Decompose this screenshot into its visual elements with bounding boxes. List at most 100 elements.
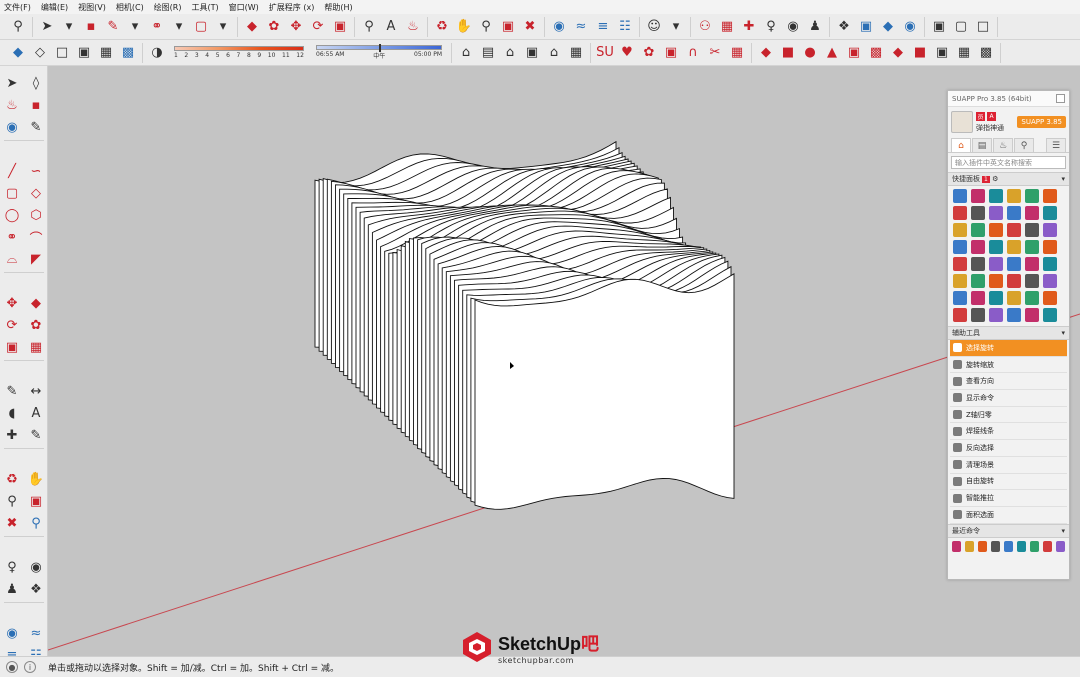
component-icon[interactable]: ▣ xyxy=(856,17,876,37)
plugin-f-icon[interactable]: ▩ xyxy=(866,43,886,63)
plugin-k-icon[interactable]: ▩ xyxy=(976,43,996,63)
circle-icon[interactable]: ◯ xyxy=(2,205,22,225)
pan-icon[interactable]: ✋ xyxy=(454,17,474,37)
follow-me-icon[interactable]: ✿ xyxy=(26,315,46,335)
back-edges-icon[interactable]: ◇ xyxy=(30,43,50,63)
menu-item[interactable]: 视图(V) xyxy=(78,2,106,13)
tape-measure-icon[interactable]: ✎ xyxy=(2,381,22,401)
geo-location-icon[interactable]: ● xyxy=(6,661,18,673)
scale-icon[interactable]: ▣ xyxy=(2,337,22,357)
recent-command-icon[interactable] xyxy=(1030,540,1039,552)
magnet-icon[interactable]: ∩ xyxy=(683,43,703,63)
smoove-icon[interactable]: ≈ xyxy=(571,17,591,37)
plugin-icon[interactable] xyxy=(989,291,1003,305)
pan-icon[interactable]: ✋ xyxy=(26,469,46,489)
push-pull-icon[interactable]: ◆ xyxy=(26,293,46,313)
section-plane-icon[interactable]: ❖ xyxy=(26,579,46,599)
hidden-line-icon[interactable]: ▣ xyxy=(74,43,94,63)
version-button[interactable]: SUAPP 3.85 xyxy=(1017,116,1066,128)
plugin-icon[interactable] xyxy=(953,223,967,237)
menu-item[interactable]: 窗口(W) xyxy=(229,2,259,13)
plugin-a-icon[interactable]: ◆ xyxy=(756,43,776,63)
building-icon[interactable]: ▣ xyxy=(522,43,542,63)
protractor-icon[interactable]: ◖ xyxy=(2,403,22,423)
plugin-c-icon[interactable]: ● xyxy=(800,43,820,63)
chevron-down-icon[interactable]: ▾ xyxy=(213,17,233,37)
plugin-icon[interactable] xyxy=(953,257,967,271)
book-icon[interactable]: ▤ xyxy=(972,138,992,152)
three-point-arc-icon[interactable]: ⌓ xyxy=(2,249,22,269)
recent-command-icon[interactable] xyxy=(1056,540,1065,552)
arc-icon[interactable]: ⚭ xyxy=(147,17,167,37)
cut-icon[interactable]: ✂ xyxy=(705,43,725,63)
plugin-icon[interactable] xyxy=(971,223,985,237)
eraser-icon[interactable]: ▪ xyxy=(81,17,101,37)
plugin-j-icon[interactable]: ▦ xyxy=(954,43,974,63)
axes-icon[interactable]: ✚ xyxy=(739,17,759,37)
aux-tool-item[interactable]: 查看方向 xyxy=(950,373,1067,391)
plugin-icon[interactable] xyxy=(971,206,985,220)
sandbox-from-scratch-icon[interactable]: ≈ xyxy=(26,623,46,643)
previous-view-icon[interactable]: ⚲ xyxy=(26,513,46,533)
aux-tool-item[interactable]: 旋转缩放 xyxy=(950,357,1067,374)
move-icon[interactable]: ✥ xyxy=(2,293,22,313)
recent-command-icon[interactable] xyxy=(1043,540,1052,552)
xray-icon[interactable]: ◆ xyxy=(8,43,28,63)
plugin-icon[interactable] xyxy=(1025,308,1039,322)
pie-icon[interactable]: ◤ xyxy=(26,249,46,269)
plugin-icon[interactable] xyxy=(971,240,985,254)
plugin-icon[interactable] xyxy=(953,308,967,322)
shaded-textures-icon[interactable]: ▩ xyxy=(118,43,138,63)
aux-tool-item[interactable]: 自由旋转 xyxy=(950,474,1067,491)
chevron-down-icon[interactable]: ▾ xyxy=(169,17,189,37)
zoom-extents-icon[interactable]: ✖ xyxy=(2,513,22,533)
plugin-icon[interactable] xyxy=(1025,257,1039,271)
aux-tools-header[interactable]: 辅助工具 ▾ xyxy=(948,326,1069,340)
plugin-icon[interactable] xyxy=(971,308,985,322)
plugin-h-icon[interactable]: ■ xyxy=(910,43,930,63)
list-icon[interactable]: ☰ xyxy=(1046,138,1066,152)
book-icon[interactable]: ▤ xyxy=(478,43,498,63)
plugin-d-icon[interactable]: ▲ xyxy=(822,43,842,63)
plugin-icon[interactable] xyxy=(971,189,985,203)
plugin-i-icon[interactable]: ▣ xyxy=(932,43,952,63)
chevron-down-icon[interactable]: ▾ xyxy=(1061,527,1065,535)
plugin-icon[interactable] xyxy=(1043,189,1057,203)
su-box-icon[interactable]: ▣ xyxy=(661,43,681,63)
stamp-icon[interactable]: ≡ xyxy=(593,17,613,37)
sandbox-from-contours-icon[interactable]: ◉ xyxy=(2,623,22,643)
group-icon[interactable]: ◆ xyxy=(878,17,898,37)
model-viewport[interactable] xyxy=(48,66,1080,656)
plugin-icon[interactable] xyxy=(1043,240,1057,254)
plugin-icon[interactable] xyxy=(1007,189,1021,203)
text-label-icon[interactable]: A xyxy=(381,17,401,37)
plugin-icon[interactable] xyxy=(971,274,985,288)
top-view-icon[interactable]: ▢ xyxy=(951,17,971,37)
text-label-icon[interactable]: A xyxy=(26,403,46,423)
plugin-icon[interactable] xyxy=(1007,308,1021,322)
plugin-icon[interactable] xyxy=(1043,308,1057,322)
plugin-icon[interactable] xyxy=(989,257,1003,271)
plugin-icon[interactable] xyxy=(1007,240,1021,254)
plugin-icon[interactable] xyxy=(1043,291,1057,305)
orbit-icon[interactable]: ♻ xyxy=(432,17,452,37)
menu-item[interactable]: 扩展程序 (x) xyxy=(269,2,315,13)
sandbox-icon[interactable]: ◉ xyxy=(549,17,569,37)
zoom-window-icon[interactable]: ▣ xyxy=(498,17,518,37)
info-icon[interactable]: i xyxy=(24,661,36,673)
material-icon[interactable]: ♥ xyxy=(617,43,637,63)
aux-tool-item[interactable]: 显示命令 xyxy=(950,390,1067,407)
eraser-icon[interactable]: ▪ xyxy=(26,95,46,115)
zoom-window-icon[interactable]: ▣ xyxy=(26,491,46,511)
model-scene[interactable] xyxy=(48,66,1080,656)
zoom-extents-icon[interactable]: ✖ xyxy=(520,17,540,37)
dimension-icon[interactable]: ↔ xyxy=(26,381,46,401)
plugin-icon[interactable] xyxy=(1025,240,1039,254)
plugin-icon[interactable] xyxy=(1025,206,1039,220)
line-icon[interactable]: ╱ xyxy=(2,161,22,181)
look-around-icon[interactable]: ◉ xyxy=(26,557,46,577)
plugin-icon[interactable] xyxy=(1007,223,1021,237)
chevron-down-icon[interactable]: ▾ xyxy=(1061,175,1065,183)
suapp-logo-icon[interactable]: SU xyxy=(595,43,615,63)
aux-tool-item[interactable]: 智能推拉 xyxy=(950,490,1067,507)
